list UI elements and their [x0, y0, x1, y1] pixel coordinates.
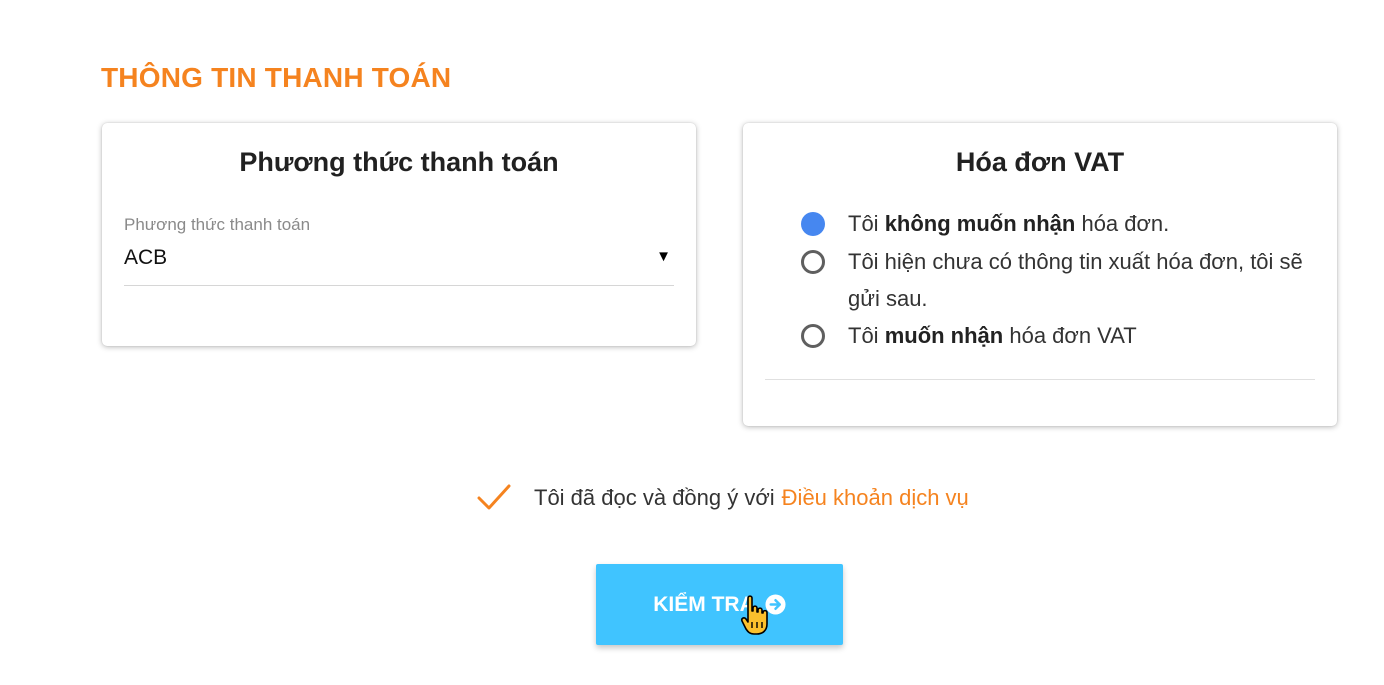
check-submit-button[interactable]: KIỂM TRA: [596, 564, 843, 645]
vat-option-want-invoice[interactable]: Tôi muốn nhận hóa đơn VAT: [801, 317, 1318, 354]
vat-option-no-invoice[interactable]: Tôi không muốn nhận hóa đơn.: [801, 205, 1318, 242]
hand-pointer-cursor-icon: [741, 595, 768, 635]
radio-unselected-icon[interactable]: [801, 250, 825, 274]
terms-of-service-link[interactable]: Điều khoản dịch vụ: [782, 485, 969, 511]
terms-text: Tôi đã đọc và đồng ý với: [534, 485, 775, 510]
vat-invoice-card: Hóa đơn VAT Tôi không muốn nhận hóa đơn.…: [743, 123, 1337, 426]
check-icon[interactable]: [476, 483, 512, 513]
radio-selected-icon[interactable]: [801, 212, 825, 236]
dropdown-arrow-icon[interactable]: ▼: [656, 248, 671, 265]
select-underline: [124, 285, 674, 286]
vat-option-label: Tôi hiện chưa có thông tin xuất hóa đơn,…: [848, 249, 1303, 311]
payment-method-select-value[interactable]: ACB: [124, 246, 167, 270]
payment-method-select-label: Phương thức thanh toán: [124, 215, 311, 234]
payment-method-card: Phương thức thanh toán Phương thức thanh…: [102, 123, 696, 346]
payment-method-title: Phương thức thanh toán: [239, 147, 559, 177]
vat-option-label: Tôi không muốn nhận hóa đơn.: [848, 211, 1170, 236]
vat-divider: [765, 379, 1315, 380]
radio-unselected-icon[interactable]: [801, 324, 825, 348]
terms-agreement: Tôi đã đọc và đồng ý với Điều khoản dịch…: [476, 483, 969, 513]
vat-option-send-later[interactable]: Tôi hiện chưa có thông tin xuất hóa đơn,…: [801, 243, 1318, 317]
vat-option-label: Tôi muốn nhận hóa đơn VAT: [848, 323, 1137, 348]
vat-invoice-title: Hóa đơn VAT: [955, 147, 1125, 177]
page-title: THÔNG TIN THANH TOÁN: [101, 62, 452, 93]
